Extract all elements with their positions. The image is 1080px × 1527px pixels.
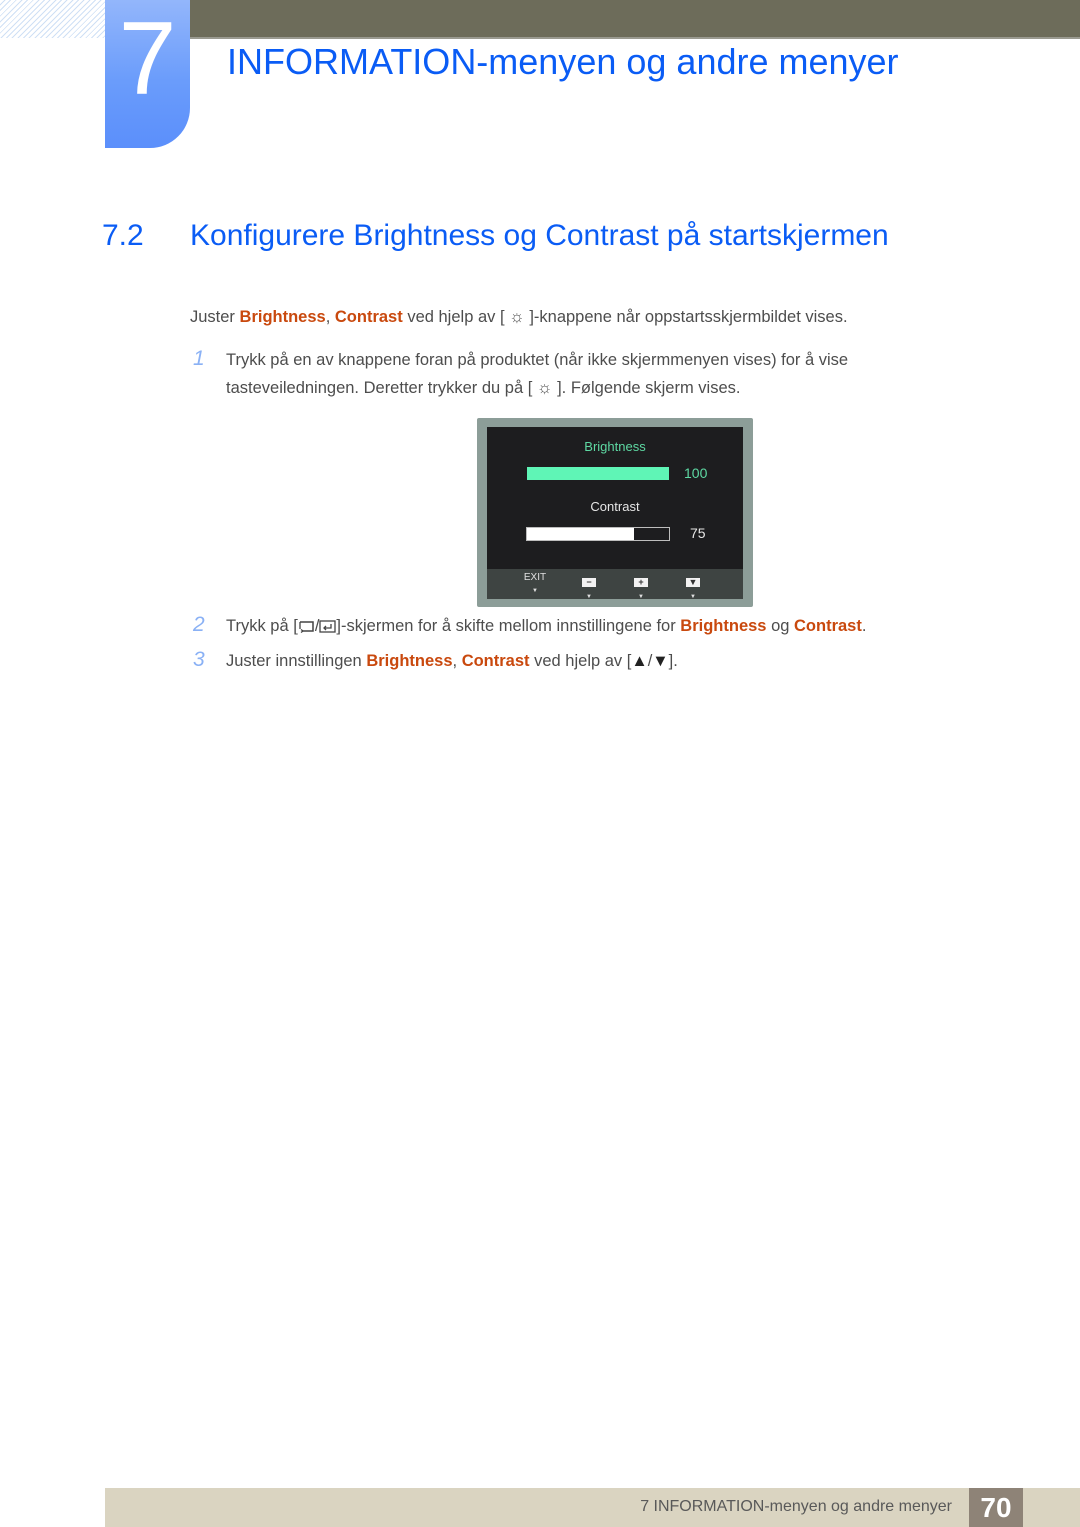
section-heading: 7.2 Konfigurere Brightness og Contrast på… bbox=[102, 216, 889, 256]
osd-minus-button: − ▼ bbox=[569, 572, 609, 602]
text: ]-skjermen for å skifte mellom innstilli… bbox=[336, 617, 681, 635]
text: ved hjelp av [ bbox=[529, 652, 632, 670]
brightness-term: Brightness bbox=[680, 617, 767, 635]
step-number: 1 bbox=[193, 347, 205, 370]
contrast-bar bbox=[526, 527, 670, 541]
step-1-text: Trykk på en av knappene foran på produkt… bbox=[226, 347, 848, 402]
text: Trykk på en av knappene foran på produkt… bbox=[226, 351, 849, 369]
brightness-bar bbox=[527, 467, 669, 480]
osd-exit-button: EXIT ▼ bbox=[515, 572, 555, 596]
chapter-number: 7 bbox=[118, 1, 177, 117]
text: , bbox=[452, 652, 462, 670]
contrast-term: Contrast bbox=[461, 652, 530, 670]
text: tasteveiledningen. Deretter trykker du p… bbox=[226, 379, 537, 397]
text: Juster bbox=[190, 308, 240, 326]
contrast-bar-fill bbox=[527, 528, 634, 540]
up-arrow-icon: ▲ bbox=[631, 652, 648, 670]
section-number: 7.2 bbox=[102, 219, 144, 252]
text: , bbox=[325, 308, 335, 326]
osd-brightness-label: Brightness bbox=[584, 439, 646, 454]
source-icon bbox=[298, 616, 315, 643]
pointer-icon: ▼ bbox=[638, 594, 644, 600]
text: ]. bbox=[668, 652, 678, 670]
contrast-value: 75 bbox=[690, 525, 706, 541]
minus-icon: − bbox=[582, 578, 596, 587]
plus-icon: + bbox=[634, 578, 648, 587]
brightness-value: 100 bbox=[684, 465, 708, 481]
pointer-icon: ▼ bbox=[586, 594, 592, 600]
exit-label: EXIT bbox=[523, 572, 547, 583]
page-footer: 7 INFORMATION-menyen og andre menyer 70 bbox=[105, 1488, 1080, 1527]
down-icon: ▼ bbox=[686, 578, 700, 587]
step-number: 2 bbox=[193, 613, 205, 636]
footer-chapter-title: 7 INFORMATION-menyen og andre menyer bbox=[640, 1498, 952, 1515]
text: og bbox=[766, 617, 795, 635]
page-number: 70 bbox=[969, 1488, 1023, 1527]
brightness-term: Brightness bbox=[239, 308, 326, 326]
text: ved hjelp av [ bbox=[402, 308, 510, 326]
text: ]-knappene når oppstartsskjermbildet vis… bbox=[524, 308, 848, 326]
text: ]. Følgende skjerm vises. bbox=[552, 379, 741, 397]
chapter-title: INFORMATION-menyen og andre menyer bbox=[227, 41, 899, 82]
step-2-text: Trykk på [/]-skjermen for å skifte mello… bbox=[226, 613, 866, 643]
contrast-term: Contrast bbox=[794, 617, 862, 635]
chapter-badge: 7 bbox=[105, 0, 190, 148]
text: Trykk på [ bbox=[226, 617, 298, 635]
sun-icon: ☼ bbox=[536, 378, 553, 397]
section-title: Konfigurere Brightness og Contrast på st… bbox=[190, 219, 889, 252]
osd-button-row: EXIT ▼ − ▼ + ▼ ▼ ▼ bbox=[487, 569, 743, 602]
contrast-term: Contrast bbox=[334, 308, 403, 326]
text: Juster innstillingen bbox=[226, 652, 367, 670]
intro-paragraph: Juster Brightness, Contrast ved hjelp av… bbox=[190, 303, 848, 331]
osd-screen: Brightness 100 Contrast 75 bbox=[487, 427, 743, 569]
enter-icon bbox=[319, 616, 337, 643]
text: . bbox=[861, 617, 867, 635]
pointer-icon: ▼ bbox=[532, 588, 538, 594]
sun-icon: ☼ bbox=[509, 307, 525, 326]
osd-down-button: ▼ ▼ bbox=[673, 572, 713, 602]
osd-plus-button: + ▼ bbox=[621, 572, 661, 602]
decorative-hatch bbox=[0, 0, 105, 38]
down-arrow-icon: ▼ bbox=[652, 652, 669, 670]
osd-illustration: Brightness 100 Contrast 75 EXIT ▼ − ▼ + … bbox=[477, 418, 753, 607]
pointer-icon: ▼ bbox=[690, 594, 696, 600]
step-number: 3 bbox=[193, 648, 205, 671]
header-bar bbox=[190, 0, 1080, 39]
step-3-text: Juster innstillingen Brightness, Contras… bbox=[226, 648, 678, 675]
brightness-term: Brightness bbox=[366, 652, 453, 670]
osd-contrast-label: Contrast bbox=[590, 499, 640, 514]
